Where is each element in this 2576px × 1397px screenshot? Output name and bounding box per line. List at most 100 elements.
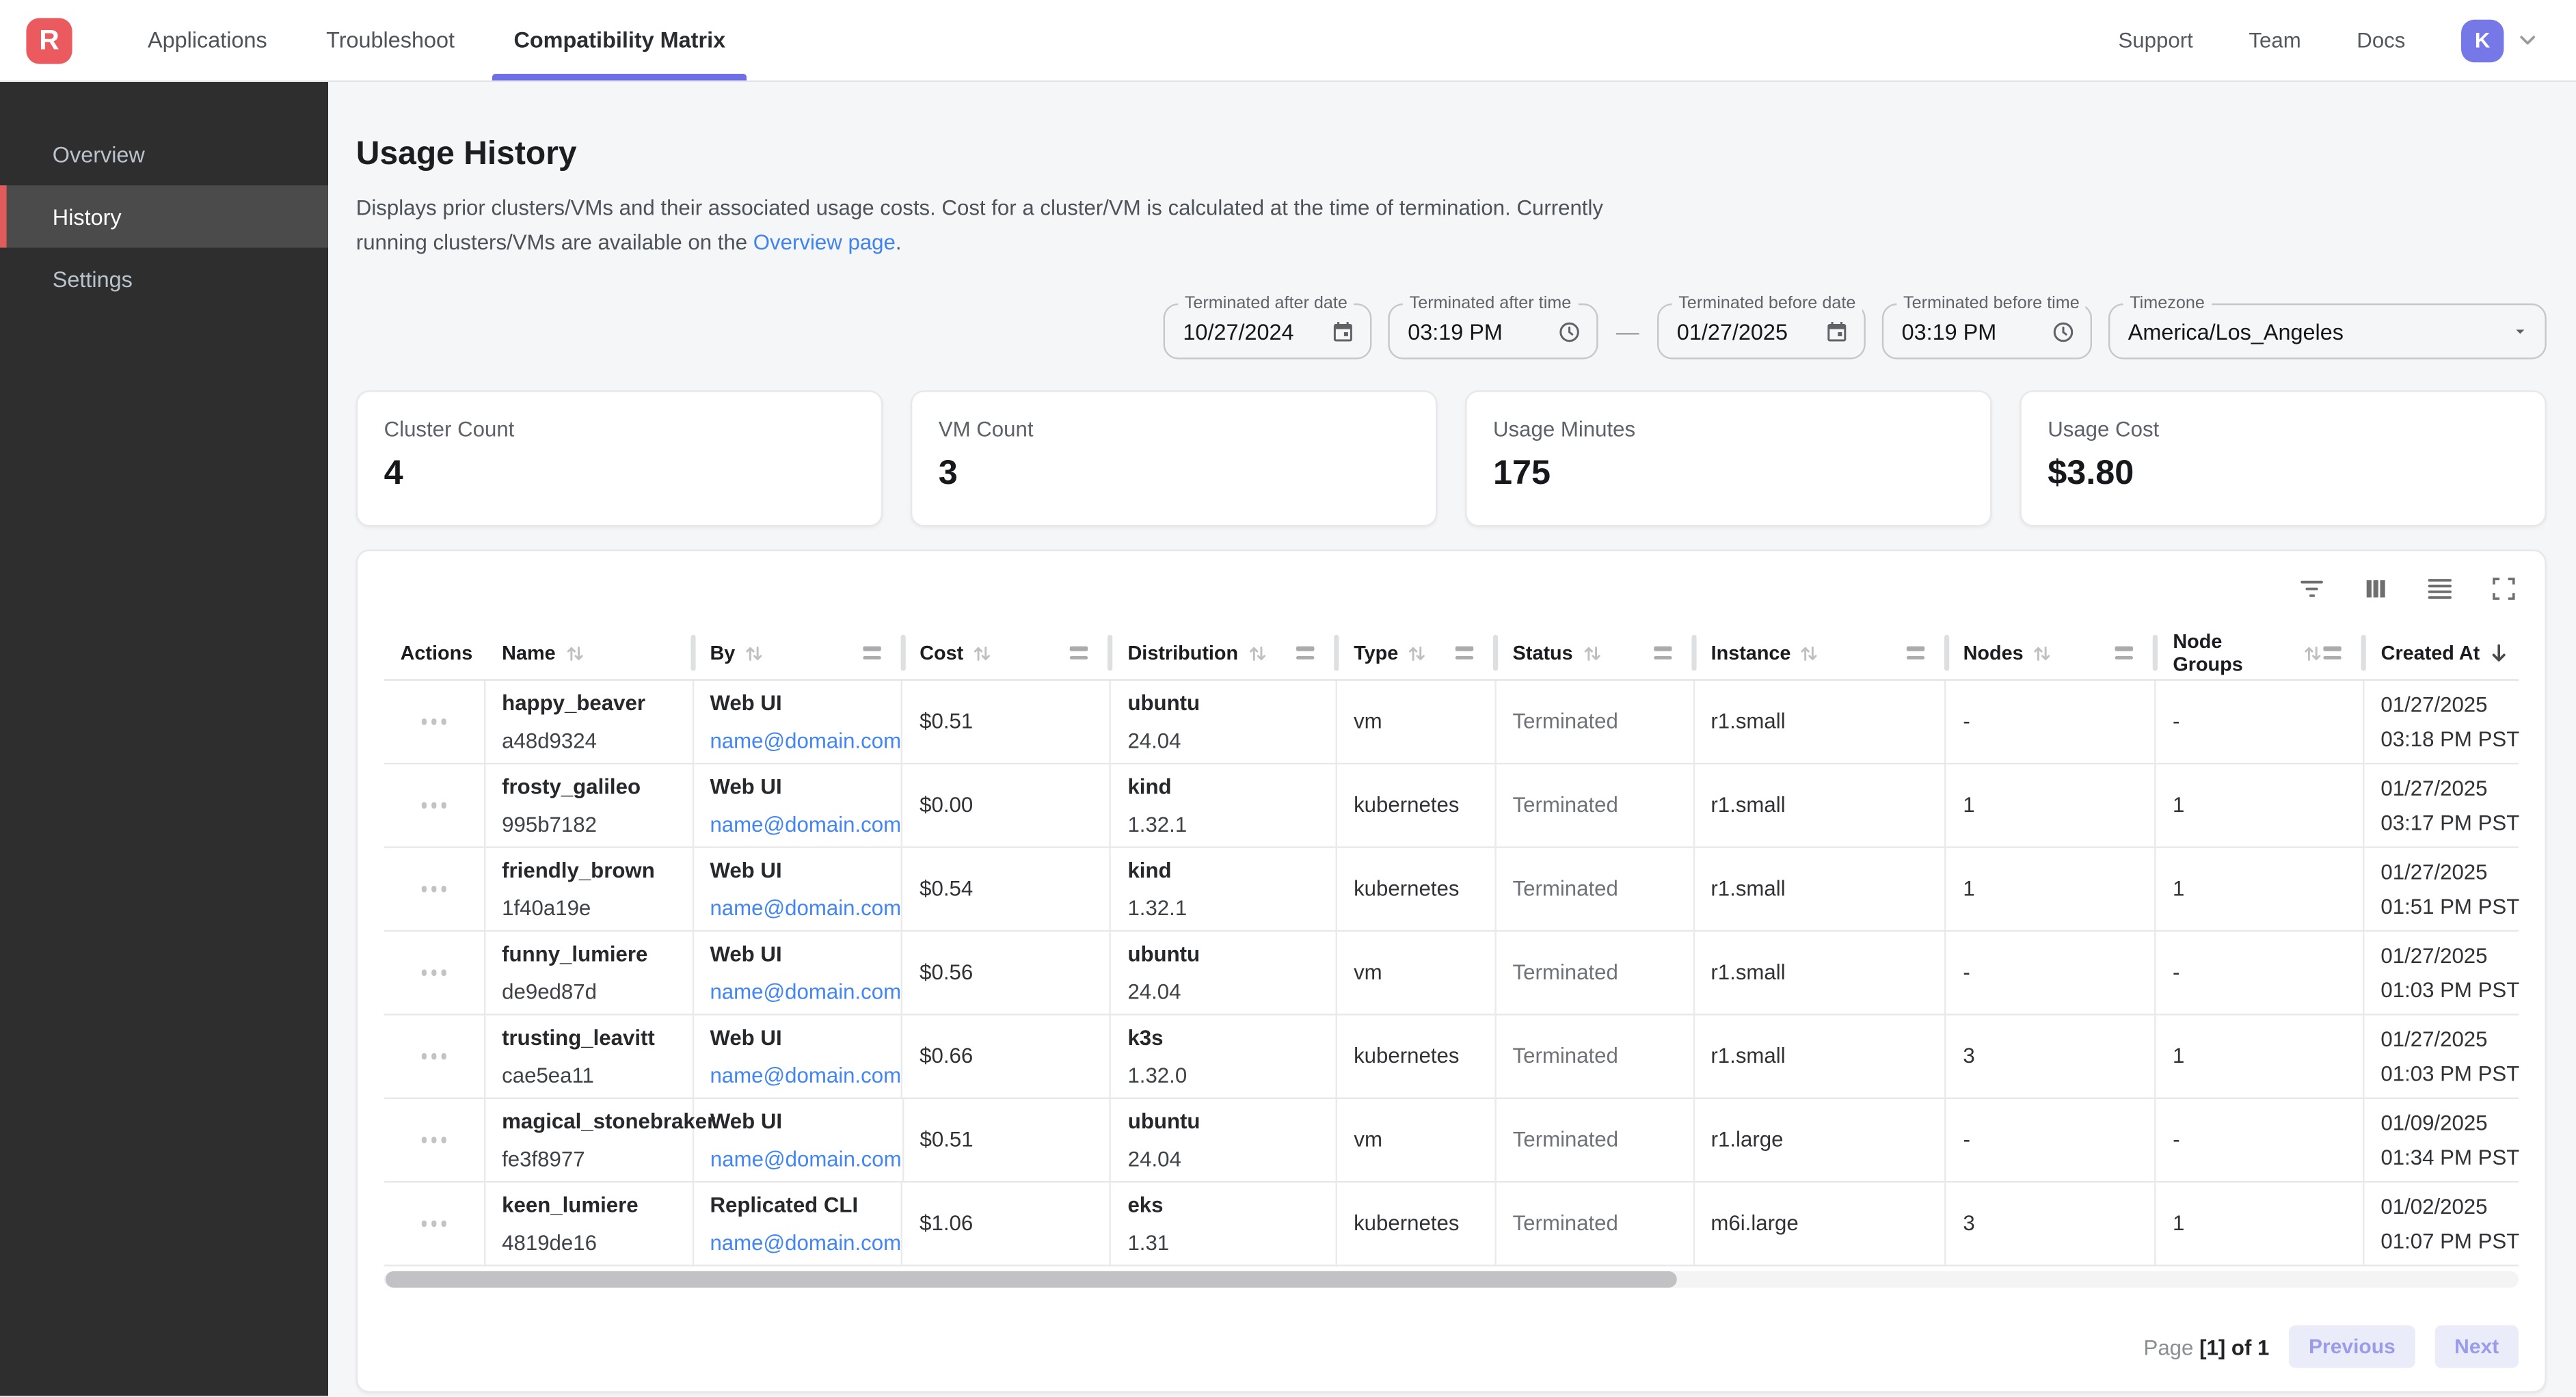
- created-by-email-link[interactable]: name@domain.com: [710, 1146, 902, 1172]
- filter-icon[interactable]: [2297, 574, 2326, 603]
- cluster-id: 4819de16: [502, 1230, 692, 1256]
- created-by-email-link[interactable]: name@domain.com: [710, 1230, 901, 1256]
- column-header-created_at[interactable]: Created At: [2365, 627, 2519, 679]
- column-menu-icon[interactable]: [1455, 647, 1473, 660]
- distribution-version: 1.31: [1127, 1230, 1335, 1256]
- replicated-logo-icon[interactable]: R: [26, 17, 72, 63]
- row-actions-button[interactable]: [413, 878, 455, 901]
- nav-tab-applications[interactable]: Applications: [118, 0, 297, 81]
- columns-icon[interactable]: [2361, 574, 2391, 603]
- cluster-name: keen_lumiere: [502, 1192, 692, 1218]
- timezone-value[interactable]: America/Los_Angeles: [2128, 319, 2344, 344]
- clock-icon[interactable]: [1544, 319, 1581, 344]
- column-menu-icon[interactable]: [1654, 647, 1672, 660]
- column-header-nodes[interactable]: Nodes: [1947, 627, 2157, 679]
- column-menu-icon[interactable]: [2115, 647, 2133, 660]
- avatar[interactable]: K: [2461, 19, 2504, 62]
- previous-page-button[interactable]: Previous: [2289, 1325, 2415, 1368]
- sort-arrows-icon: [564, 642, 585, 664]
- row-actions-button[interactable]: [413, 794, 455, 817]
- node-groups-value: 1: [2173, 1210, 2363, 1236]
- type-value: kubernetes: [1354, 1044, 1494, 1070]
- cell-distribution: eks1.31: [1111, 1183, 1337, 1265]
- nav-link-docs[interactable]: Docs: [2357, 28, 2405, 53]
- distribution-version: 24.04: [1127, 979, 1335, 1005]
- stat-label: Usage Cost: [2048, 417, 2519, 442]
- nodes-value: 1: [1963, 792, 2154, 818]
- terminated-before-time-value[interactable]: 03:19 PM: [1902, 319, 1997, 344]
- row-actions-button[interactable]: [413, 1212, 455, 1235]
- cell-cost: $0.54: [903, 848, 1111, 930]
- column-menu-icon[interactable]: [1071, 647, 1088, 660]
- column-header-node_groups[interactable]: Node Groups: [2156, 627, 2364, 679]
- column-header-instance[interactable]: Instance: [1695, 627, 1947, 679]
- timezone-select[interactable]: Timezone America/Los_Angeles: [2108, 303, 2547, 360]
- calendar-icon[interactable]: [1812, 319, 1849, 344]
- terminated-after-date-field[interactable]: Terminated after date 10/27/2024: [1164, 303, 1372, 360]
- column-menu-icon[interactable]: [862, 647, 880, 660]
- created-by-email-link[interactable]: name@domain.com: [710, 895, 901, 921]
- stat-card-cluster-count: Cluster Count 4: [356, 390, 883, 526]
- row-actions-button[interactable]: [413, 1046, 455, 1068]
- created-time: 01:03 PM PST: [2380, 1061, 2519, 1087]
- row-actions-button[interactable]: [413, 1129, 455, 1152]
- column-header-status[interactable]: Status: [1497, 627, 1695, 679]
- terminated-before-time-field[interactable]: Terminated before time 03:19 PM: [1882, 303, 2092, 360]
- main-content: Usage History Displays prior clusters/VM…: [328, 82, 2576, 1396]
- cell-name: happy_beavera48d9324: [485, 681, 693, 763]
- horizontal-scrollbar-thumb[interactable]: [386, 1271, 1677, 1288]
- clock-icon[interactable]: [2038, 319, 2076, 344]
- calendar-icon[interactable]: [1317, 319, 1355, 344]
- nav-link-team[interactable]: Team: [2249, 28, 2300, 53]
- dropdown-caret-icon[interactable]: [2497, 322, 2530, 342]
- overview-page-link[interactable]: Overview page: [753, 230, 896, 254]
- column-menu-icon[interactable]: [1296, 647, 1314, 660]
- account-menu[interactable]: K: [2461, 19, 2540, 62]
- terminated-after-date-value[interactable]: 10/27/2024: [1183, 319, 1293, 344]
- sidebar-item-overview[interactable]: Overview: [0, 123, 328, 185]
- nav-tab-troubleshoot[interactable]: Troubleshoot: [297, 0, 484, 81]
- terminated-before-date-value[interactable]: 01/27/2025: [1677, 319, 1788, 344]
- next-page-button[interactable]: Next: [2434, 1325, 2519, 1368]
- table-row: funny_lumierede9ed87dWeb UIname@domain.c…: [384, 932, 2519, 1015]
- density-icon[interactable]: [2425, 574, 2454, 603]
- type-value: vm: [1354, 709, 1494, 735]
- column-header-cost[interactable]: Cost: [903, 627, 1111, 679]
- cell-type: vm: [1337, 932, 1496, 1014]
- created-by-email-link[interactable]: name@domain.com: [710, 811, 901, 837]
- column-header-distribution[interactable]: Distribution: [1112, 627, 1338, 679]
- stat-label: Cluster Count: [384, 417, 855, 442]
- fullscreen-icon[interactable]: [2489, 574, 2519, 603]
- column-header-by[interactable]: By: [693, 627, 903, 679]
- created-by-email-link[interactable]: name@domain.com: [710, 1062, 901, 1088]
- sidebar-item-history[interactable]: History: [0, 185, 328, 247]
- cell-distribution: ubuntu24.04: [1111, 681, 1337, 763]
- cell-node_groups: -: [2156, 932, 2364, 1014]
- terminated-after-time-field[interactable]: Terminated after time 03:19 PM: [1388, 303, 1598, 360]
- column-label-created_at: Created At: [2381, 642, 2480, 665]
- column-menu-icon[interactable]: [2324, 647, 2342, 660]
- column-header-type[interactable]: Type: [1337, 627, 1496, 679]
- terminated-after-time-value[interactable]: 03:19 PM: [1408, 319, 1503, 344]
- usage-table-card: ActionsNameByCostDistributionTypeStatusI…: [356, 550, 2547, 1393]
- cell-distribution: kind1.32.1: [1111, 848, 1337, 930]
- stat-value: 175: [1493, 455, 1964, 494]
- column-label-by: By: [710, 642, 735, 665]
- column-header-name[interactable]: Name: [485, 627, 693, 679]
- cell-actions: [384, 765, 486, 847]
- created-by-email-link[interactable]: name@domain.com: [710, 979, 901, 1005]
- terminated-before-date-field[interactable]: Terminated before date 01/27/2025: [1657, 303, 1866, 360]
- column-menu-icon[interactable]: [1906, 647, 1924, 660]
- distribution-name: kind: [1127, 774, 1335, 800]
- row-actions-button[interactable]: [413, 962, 455, 984]
- created-by-email-link[interactable]: name@domain.com: [710, 728, 901, 754]
- sidebar-item-settings[interactable]: Settings: [0, 247, 328, 310]
- cell-cost: $0.56: [903, 932, 1111, 1014]
- row-actions-button[interactable]: [413, 711, 455, 733]
- table-body: happy_beavera48d9324 Web UI name@domain.co…: [384, 681, 2519, 1266]
- cluster-name: trusting_leavitt: [502, 1025, 692, 1050]
- nav-tab-compatibility-matrix[interactable]: Compatibility Matrix: [484, 0, 755, 81]
- nav-link-support[interactable]: Support: [2118, 28, 2192, 53]
- cell-type: kubernetes: [1337, 1016, 1496, 1098]
- created-by-source: Web UI: [710, 857, 901, 883]
